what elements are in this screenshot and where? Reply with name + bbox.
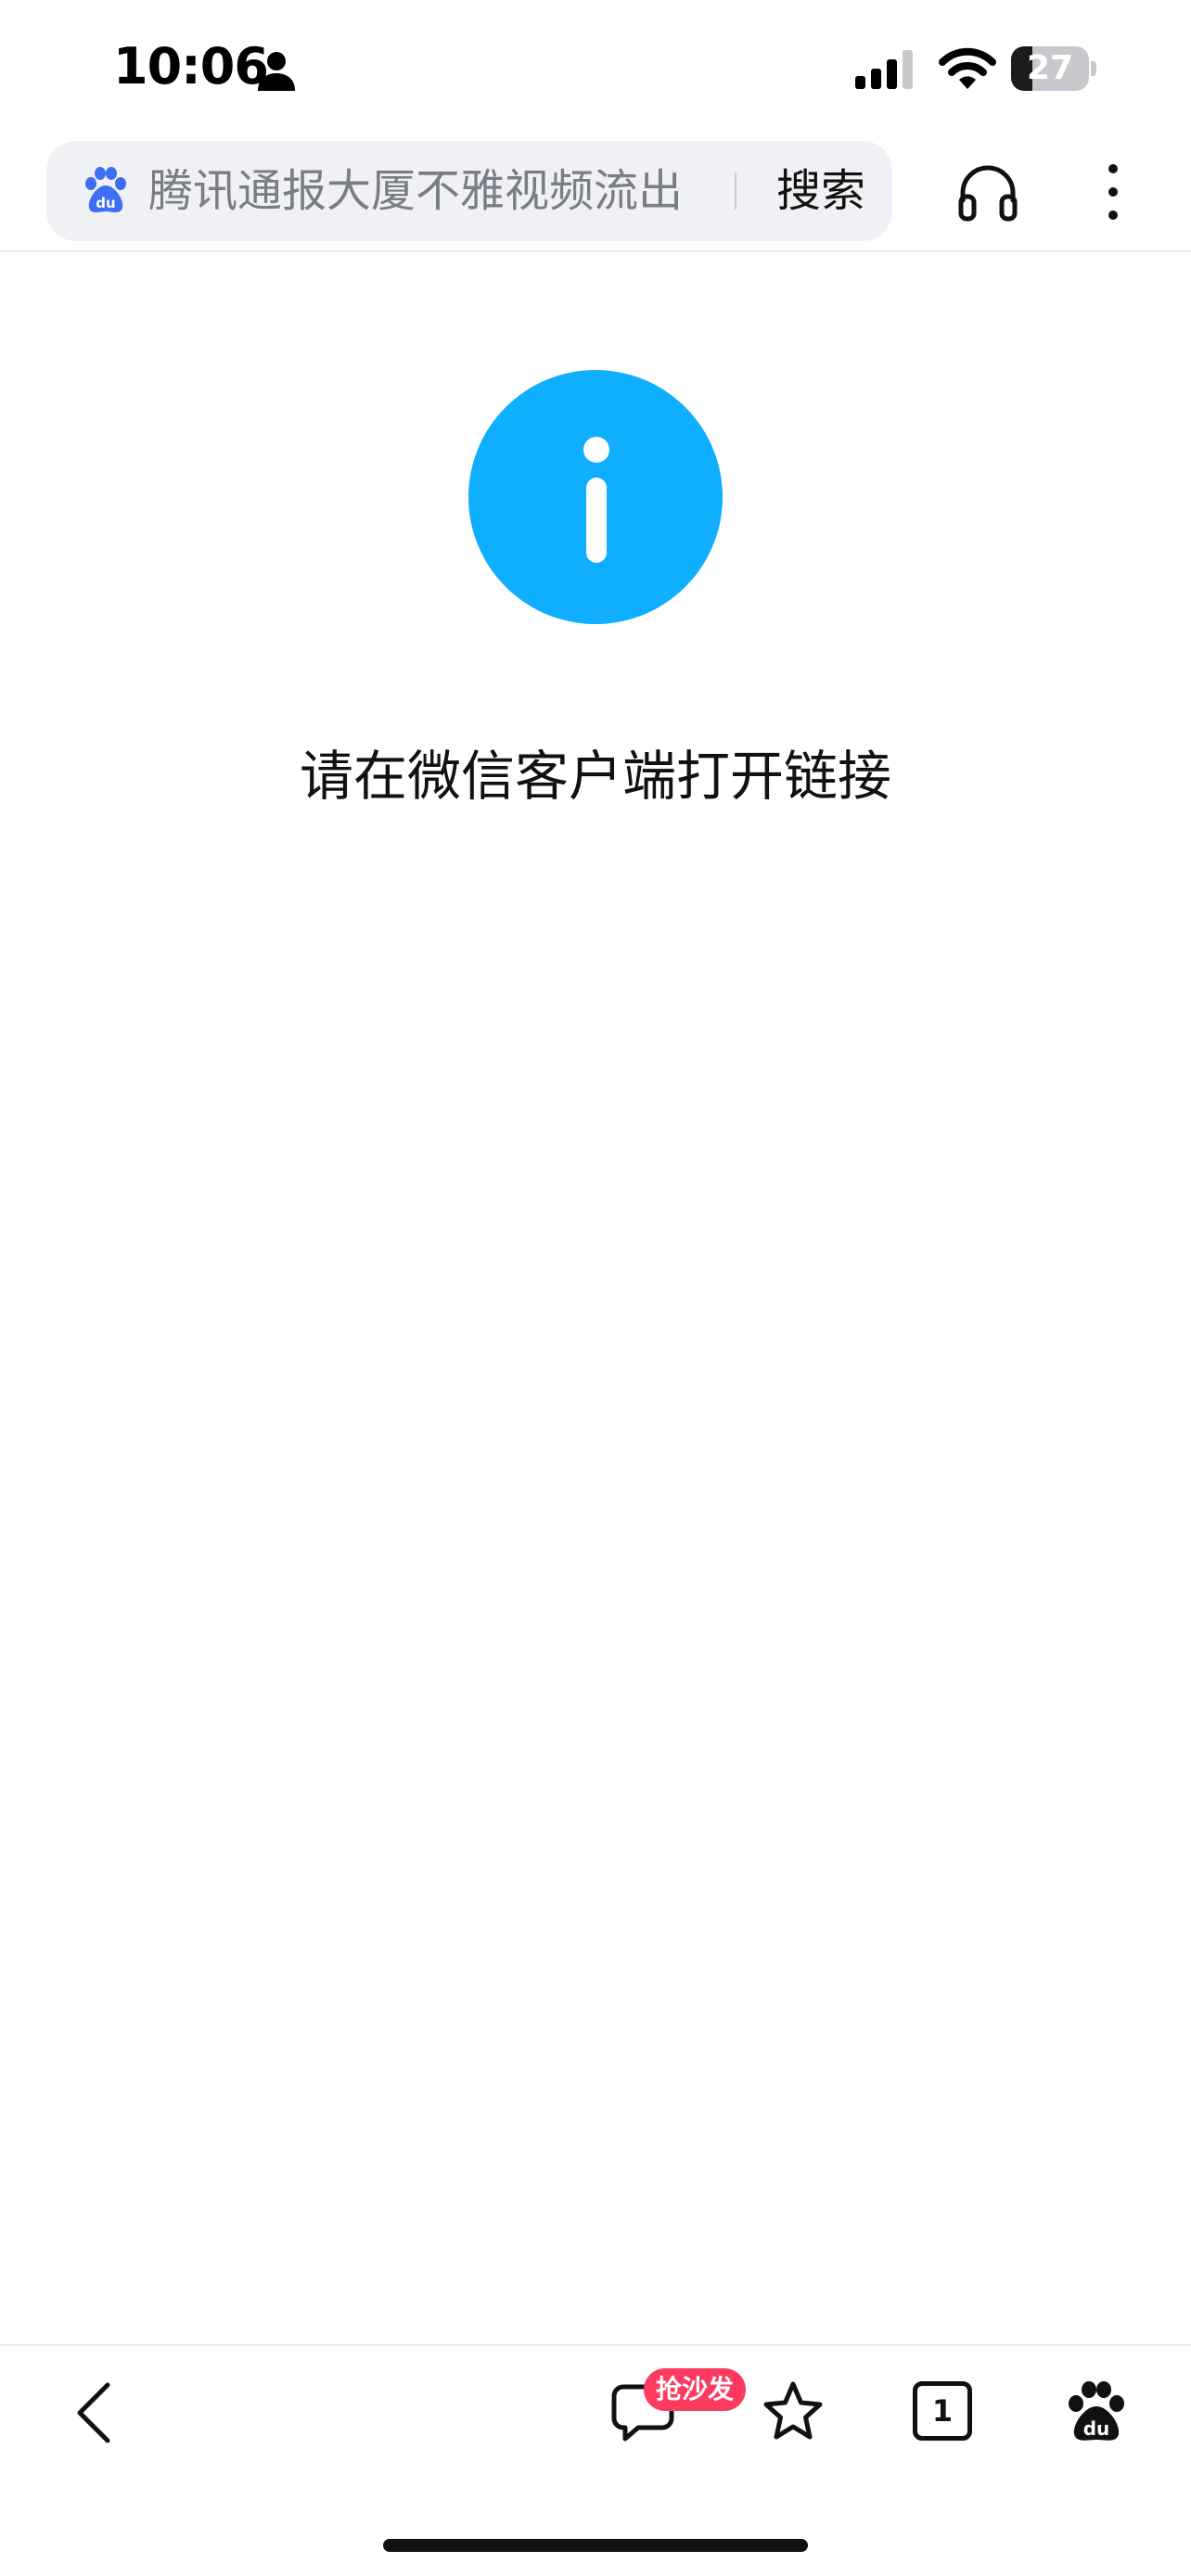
battery-icon: 27 — [1011, 46, 1096, 91]
search-divider — [735, 172, 736, 210]
more-vertical-icon[interactable] — [1095, 159, 1132, 224]
battery-level: 27 — [1026, 49, 1074, 87]
toolbar-divider — [0, 2344, 1191, 2346]
home-indicator[interactable] — [383, 2539, 808, 2552]
headphones-icon[interactable] — [955, 159, 1020, 224]
search-bar[interactable]: du 腾讯通报大厦不雅视频流出 搜索 — [46, 141, 892, 241]
tab-count: 1 — [931, 2393, 954, 2429]
status-time: 10:06 — [113, 37, 269, 96]
info-icon — [468, 370, 723, 624]
search-input[interactable]: 腾讯通报大厦不雅视频流出 — [148, 141, 742, 241]
search-button[interactable]: 搜索 — [761, 141, 881, 241]
tabs-icon[interactable]: 1 — [913, 2381, 972, 2441]
wifi-icon — [939, 47, 996, 89]
signal-icon — [855, 50, 913, 89]
svg-text:du: du — [1083, 2417, 1110, 2440]
svg-text:du: du — [96, 195, 115, 211]
comment-badge[interactable]: 抢沙发 — [644, 2368, 746, 2411]
star-icon[interactable] — [761, 2379, 826, 2444]
open-in-wechat-message: 请在微信客户端打开链接 — [299, 745, 891, 808]
header-divider — [0, 250, 1191, 252]
status-bar: 10:06 27 — [0, 0, 1191, 139]
person-icon — [258, 52, 295, 91]
back-icon[interactable] — [69, 2379, 124, 2446]
baidu-home-icon[interactable]: du — [1065, 2381, 1128, 2444]
baidu-logo-icon: du — [85, 167, 126, 212]
